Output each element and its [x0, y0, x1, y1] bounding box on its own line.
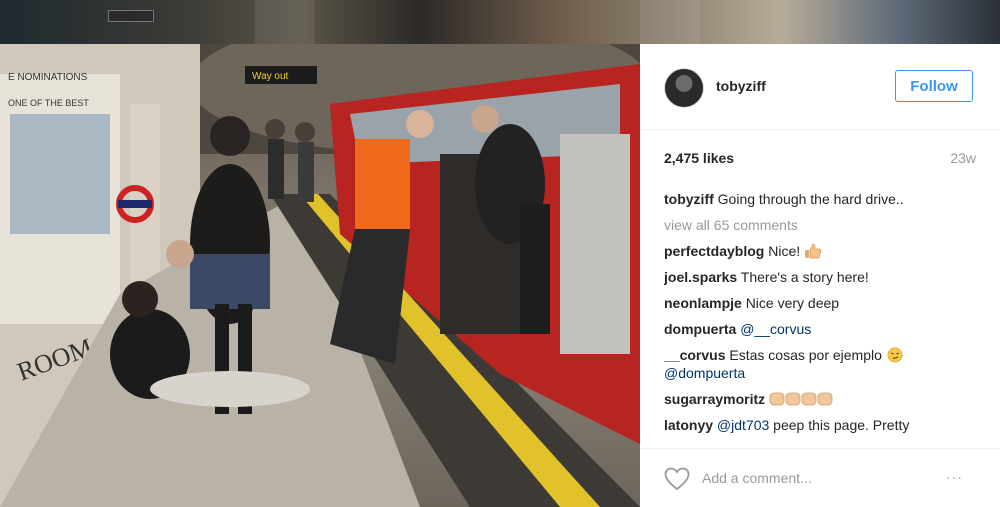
comment-mention[interactable]: @dompuerta — [664, 365, 745, 381]
comment-item: neonlampje Nice very deep — [664, 294, 976, 312]
comment-text: Nice! — [768, 243, 801, 259]
comment-mention[interactable]: @__corvus — [740, 321, 811, 337]
comment-item: sugarraymoritz — [664, 390, 976, 408]
comment-text: Nice very deep — [745, 295, 840, 311]
way-out-sign: Way out — [252, 71, 289, 82]
caption-text: Going through the hard drive.. — [717, 191, 904, 207]
comment-username[interactable]: joel.sparks — [664, 269, 737, 285]
smirk-face-icon — [887, 347, 903, 363]
comment-item: dompuerta @__corvus — [664, 320, 976, 338]
more-options-icon[interactable]: ··· — [946, 469, 963, 485]
fist-bump-icon — [769, 392, 833, 406]
follow-button[interactable]: Follow — [895, 70, 973, 102]
post-details-panel: tobyziff Follow 2,475 likes 23w tobyziff… — [640, 44, 1000, 507]
background-sign — [108, 10, 154, 22]
heart-icon[interactable] — [664, 467, 690, 491]
background-pane — [255, 0, 315, 44]
comment-item-continued: @dompuerta — [664, 364, 976, 382]
comment-username[interactable]: dompuerta — [664, 321, 736, 337]
post-header: tobyziff Follow — [640, 44, 1000, 130]
comment-text: peep this page. Pretty — [773, 417, 910, 433]
comment-username[interactable]: neonlampje — [664, 295, 742, 311]
comment-username[interactable]: __corvus — [664, 347, 725, 363]
comment-item: joel.sparks There's a story here! — [664, 268, 976, 286]
likes-row: 2,475 likes 23w — [664, 150, 976, 168]
poster-headline: E NOMINATIONS — [8, 72, 88, 83]
background-pane — [640, 0, 700, 44]
comment-text: Estas cosas por ejemplo — [729, 347, 882, 363]
poster-subline: ONE OF THE BEST — [8, 98, 89, 108]
comment-username[interactable]: perfectdayblog — [664, 243, 764, 259]
likes-count[interactable]: 2,475 likes — [664, 150, 734, 166]
comment-mention[interactable]: @jdt703 — [717, 417, 769, 433]
avatar[interactable] — [664, 68, 704, 108]
comment-text: There's a story here! — [740, 269, 869, 285]
caption-username[interactable]: tobyziff — [664, 191, 714, 207]
comment-item: __corvus Estas cosas por ejemplo — [664, 346, 976, 364]
caption: tobyziff Going through the hard drive.. — [664, 190, 976, 208]
comment-item: latonyy @jdt703 peep this page. Pretty — [664, 416, 976, 434]
background-photo-strip — [0, 0, 1000, 44]
comment-item: perfectdayblog Nice! — [664, 242, 976, 260]
post-age[interactable]: 23w — [950, 150, 976, 166]
view-all-comments-link[interactable]: view all 65 comments — [664, 216, 976, 234]
comment-username[interactable]: sugarraymoritz — [664, 391, 765, 407]
subway-platform-illustration: E NOMINATIONS ONE OF THE BEST ROOM Way o… — [0, 44, 640, 507]
comment-footer: ··· — [640, 448, 1000, 507]
comments-list[interactable]: tobyziff Going through the hard drive.. … — [664, 190, 976, 434]
comment-username[interactable]: latonyy — [664, 417, 713, 433]
post-photo[interactable]: E NOMINATIONS ONE OF THE BEST ROOM Way o… — [0, 44, 640, 507]
hi-vis-vest — [355, 139, 410, 229]
add-comment-input[interactable] — [702, 467, 922, 489]
thumbs-up-icon — [805, 243, 822, 259]
post-author-username[interactable]: tobyziff — [716, 78, 766, 94]
